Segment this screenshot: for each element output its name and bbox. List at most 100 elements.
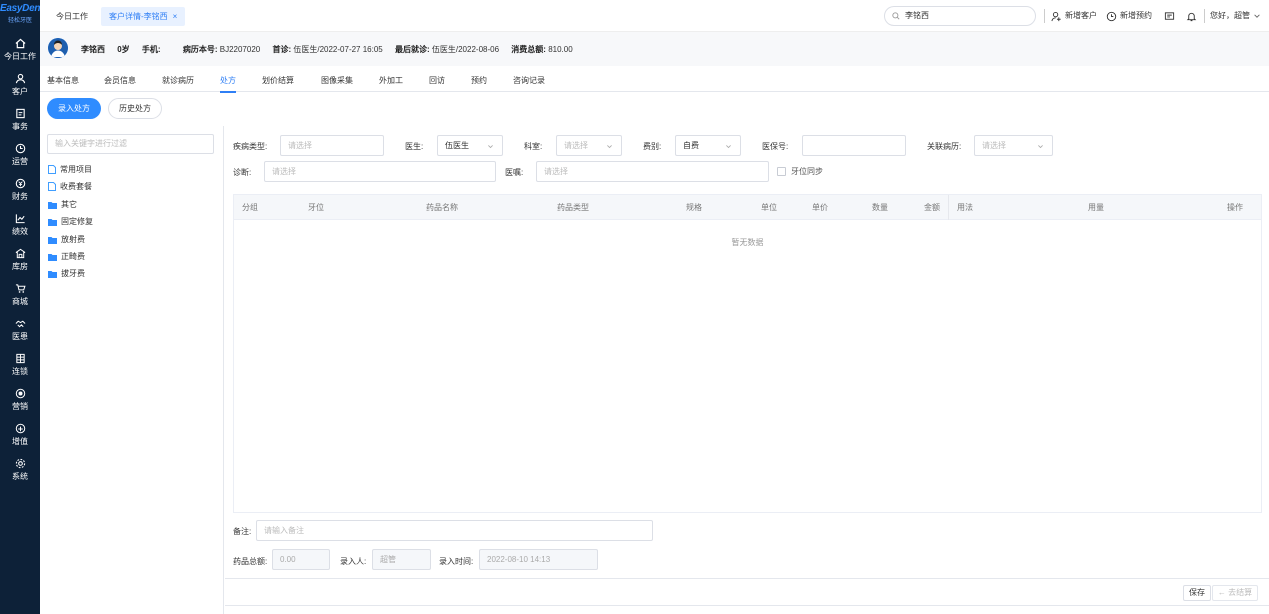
nav-item-doctor-patient[interactable]: 医患	[0, 312, 40, 347]
avatar	[48, 38, 68, 58]
search-icon	[892, 12, 900, 20]
new-customer-label: 新增客户	[1065, 11, 1097, 20]
nav-item-finance[interactable]: 财务	[0, 172, 40, 207]
tab-image-capture[interactable]: 图像采集	[321, 75, 353, 86]
nav-item-customer[interactable]: 客户	[0, 67, 40, 102]
entry-person-label: 录入人:	[340, 557, 367, 566]
go-settle-button[interactable]: ← 去结算	[1212, 585, 1258, 601]
nav-label: 绩效	[12, 226, 28, 236]
clock-plus-icon	[1106, 11, 1117, 21]
app-root: EasyDent 轻松牙医 今日工作 客户 事务 运营 财务 绩效 库房 商城 …	[0, 0, 1269, 614]
insurance-input[interactable]	[802, 135, 906, 156]
doctor-label: 医生:	[405, 142, 424, 151]
tab-medical-records[interactable]: 就诊病历	[162, 75, 194, 86]
related-record-label: 关联病历:	[927, 142, 962, 151]
empty-text: 暂无数据	[731, 238, 764, 247]
doctor-value: 伍医生	[445, 141, 469, 150]
home-icon	[14, 38, 26, 50]
new-appointment-button[interactable]: 新增预约	[1106, 9, 1152, 23]
user-icon	[14, 73, 26, 85]
department-label: 科室:	[524, 142, 543, 151]
entry-time-field: 2022-08-10 14:13	[479, 549, 598, 570]
tab-today[interactable]: 今日工作	[48, 7, 96, 26]
last-visit-value: 伍医生/2022-08-06	[431, 45, 500, 54]
tree-item-other[interactable]: 其它	[48, 199, 77, 210]
document-icon	[48, 165, 56, 174]
tree-item-label: 正畸费	[61, 252, 85, 261]
save-button[interactable]: 保存	[1183, 585, 1211, 601]
nav-item-task[interactable]: 事务	[0, 102, 40, 137]
col-drug-type: 药品类型	[557, 203, 589, 212]
detail-tabs: 基本信息 会员信息 就诊病历 处方 划价结算 图像采集 外加工 回访 预约 咨询…	[40, 66, 1269, 93]
nav-item-chain[interactable]: 连锁	[0, 347, 40, 382]
tab-basic-info[interactable]: 基本信息	[47, 75, 79, 86]
nav-item-value-added[interactable]: 增值	[0, 417, 40, 452]
tree-item-package[interactable]: 收费套餐	[48, 181, 92, 192]
nav-item-operation[interactable]: 运营	[0, 137, 40, 172]
nav-item-marketing[interactable]: 营销	[0, 382, 40, 417]
tab-appointment[interactable]: 预约	[471, 75, 487, 86]
tab-external-processing[interactable]: 外加工	[379, 75, 403, 86]
tree-item-orthodontic[interactable]: 正畸费	[48, 251, 85, 262]
diagnosis-select[interactable]: 请选择	[264, 161, 496, 182]
doctor-select[interactable]: 伍医生	[437, 135, 503, 156]
message-button[interactable]	[1164, 9, 1175, 23]
nav-item-system[interactable]: 系统	[0, 452, 40, 487]
entry-person-field: 超管	[372, 549, 431, 570]
user-menu[interactable]: 您好，超管	[1210, 9, 1261, 23]
tree-item-radiology[interactable]: 放射费	[48, 234, 85, 245]
disease-type-select[interactable]: 请选择	[280, 135, 384, 156]
divider	[1044, 9, 1045, 23]
tooth-sync-label: 牙位同步	[791, 167, 823, 176]
notification-button[interactable]	[1186, 9, 1197, 23]
nav-label: 运营	[12, 156, 28, 166]
nav-item-performance[interactable]: 绩效	[0, 207, 40, 242]
folder-icon	[48, 236, 57, 244]
tree-filter-input[interactable]: 输入关键字进行过滤	[47, 134, 214, 154]
advice-select[interactable]: 请选择	[536, 161, 769, 182]
new-appointment-label: 新增预约	[1120, 11, 1152, 20]
tree-item-extraction[interactable]: 拔牙费	[48, 268, 85, 279]
search-input[interactable]: 李铭西	[884, 6, 1036, 26]
tab-customer-detail[interactable]: 客户详情-李铭西 ×	[101, 7, 186, 26]
diagnosis-label: 诊断:	[233, 168, 252, 177]
nav-item-today[interactable]: 今日工作	[0, 32, 40, 67]
document-icon	[48, 182, 56, 191]
fee-type-value: 自费	[683, 141, 699, 150]
tab-consultation[interactable]: 咨询记录	[513, 75, 545, 86]
item-tree-panel: 输入关键字进行过滤 常用项目 收费套餐 其它 固定修复 放射费 正畸费 拔牙费	[40, 126, 224, 614]
nav-item-warehouse[interactable]: 库房	[0, 242, 40, 277]
tooth-sync-checkbox[interactable]: 牙位同步	[777, 166, 823, 177]
new-customer-button[interactable]: 新增客户	[1051, 9, 1097, 23]
nav-label: 商城	[12, 296, 28, 306]
first-visit-label: 首诊:	[272, 45, 292, 54]
prescription-form: 疾病类型: 请选择 医生: 伍医生 科室: 请选择 费别: 自费 医保号: 关联…	[225, 126, 1269, 614]
history-prescription-button[interactable]: 历史处方	[108, 98, 162, 119]
close-icon[interactable]: ×	[173, 12, 178, 21]
col-unit: 单位	[761, 203, 777, 212]
tab-follow-up[interactable]: 回访	[429, 75, 445, 86]
col-usage: 用法	[948, 195, 973, 220]
nav-label: 连锁	[12, 366, 28, 376]
drug-total-field: 0.00	[272, 549, 330, 570]
fee-type-label: 费别:	[643, 142, 662, 151]
nav-label: 营销	[12, 401, 28, 411]
enter-prescription-button[interactable]: 录入处方	[47, 98, 101, 119]
checkbox-box	[777, 167, 786, 176]
department-select[interactable]: 请选择	[556, 135, 622, 156]
tree-item-fixed-restoration[interactable]: 固定修复	[48, 216, 93, 227]
folder-icon	[48, 201, 57, 209]
nav-item-mall[interactable]: 商城	[0, 277, 40, 312]
col-quantity: 数量	[872, 203, 888, 212]
fee-type-select[interactable]: 自费	[675, 135, 741, 156]
drug-total-label: 药品总额:	[233, 557, 268, 566]
tab-member-info[interactable]: 会员信息	[104, 75, 136, 86]
warehouse-icon	[14, 248, 26, 260]
tree-item-common[interactable]: 常用项目	[48, 164, 92, 175]
col-dosage: 用量	[1088, 203, 1104, 212]
related-record-select[interactable]: 请选择	[974, 135, 1053, 156]
prescription-table: 分组 牙位 药品名称 药品类型 规格 单位 单价 数量 金额 用法 用量 操作 …	[233, 194, 1262, 513]
note-input[interactable]: 请输入备注	[256, 520, 653, 541]
tab-prescription[interactable]: 处方	[220, 75, 236, 93]
tab-billing[interactable]: 划价结算	[262, 75, 294, 86]
